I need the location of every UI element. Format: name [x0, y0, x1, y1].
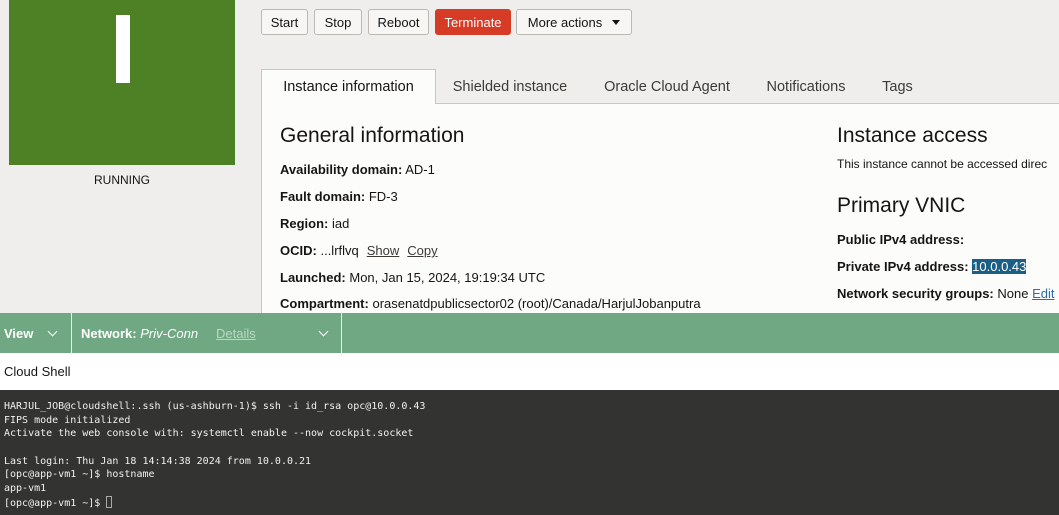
availability-domain-row: Availability domain: AD-1 — [280, 162, 435, 177]
tab-oracle-cloud-agent[interactable]: Oracle Cloud Agent — [590, 69, 744, 104]
label: Region: — [280, 216, 329, 231]
terminal-line: FIPS mode initialized — [4, 414, 131, 426]
more-actions-button[interactable]: More actions — [516, 9, 632, 35]
value: iad — [332, 216, 350, 231]
terminate-button[interactable]: Terminate — [435, 9, 511, 35]
value: Mon, Jan 15, 2024, 19:19:34 UTC — [349, 270, 546, 285]
tab-tags[interactable]: Tags — [870, 69, 925, 104]
compartment-row: Compartment: orasenatdpublicsector02 (ro… — [280, 296, 701, 311]
chevron-down-icon — [318, 326, 329, 336]
value: None — [997, 286, 1029, 301]
network-label: Network: — [81, 325, 137, 341]
show-ocid-link[interactable]: Show — [367, 243, 400, 258]
ocid-row: OCID: ...lrflvq Show Copy — [280, 243, 438, 258]
instance-access-heading: Instance access — [837, 124, 988, 147]
launched-row: Launched: Mon, Jan 15, 2024, 19:19:34 UT… — [280, 270, 545, 285]
value: orasenatdpublicsector02 (root)/Canada/Ha… — [372, 296, 701, 311]
fault-domain-row: Fault domain: FD-3 — [280, 189, 398, 204]
cloud-shell-title: Cloud Shell — [0, 353, 1059, 390]
copy-ocid-link[interactable]: Copy — [407, 243, 437, 258]
details-link[interactable]: Details — [216, 326, 256, 341]
cloud-shell-toolbar: View Network: Priv-Conn Details — [0, 313, 1059, 353]
view-label: View — [4, 325, 34, 341]
label: OCID: — [280, 243, 317, 258]
value: ...lrflvq — [320, 243, 359, 258]
network-value: Priv-Conn — [140, 325, 199, 341]
label: Compartment: — [280, 296, 369, 311]
terminal-line: Activate the web console with: systemctl… — [4, 428, 414, 440]
label: Fault domain: — [280, 189, 366, 204]
instance-icon-tile — [9, 0, 235, 165]
more-actions-label: More actions — [527, 14, 603, 30]
caret-down-icon — [612, 19, 621, 25]
terminal-line: [opc@app-vm1 ~]$ hostname — [4, 469, 155, 481]
start-button[interactable]: Start — [261, 9, 308, 35]
instance-state: RUNNING — [94, 173, 150, 187]
value: AD-1 — [405, 162, 435, 177]
terminal-line: app-vm1 — [4, 483, 47, 495]
cursor-icon — [106, 495, 113, 508]
terminal-prompt: [opc@app-vm1 ~]$ — [4, 497, 107, 509]
terminal-line: Last login: Thu Jan 18 14:14:38 2024 fro… — [4, 455, 312, 467]
network-menu[interactable]: Network: Priv-Conn Details — [72, 313, 342, 353]
label: Private IPv4 address: — [837, 259, 969, 274]
view-menu[interactable]: View — [0, 313, 72, 353]
label: Availability domain: — [280, 162, 403, 177]
value: FD-3 — [368, 189, 398, 204]
general-info-heading: General information — [280, 124, 465, 147]
chevron-down-icon — [47, 326, 58, 336]
private-ip-value[interactable]: 10.0.0.43 — [972, 259, 1027, 274]
terminal[interactable]: HARJUL_JOB@cloudshell:.ssh (us-ashburn-1… — [0, 390, 1059, 515]
edit-nsg-link[interactable]: Edit — [1032, 286, 1054, 301]
stop-button[interactable]: Stop — [314, 9, 362, 35]
region-row: Region: iad — [280, 216, 349, 231]
instance-access-text: This instance cannot be accessed direc — [837, 157, 1048, 171]
label: Public IPv4 address: — [837, 232, 965, 247]
tab-shielded-instance[interactable]: Shielded instance — [440, 69, 580, 104]
label: Network security groups: — [837, 286, 994, 301]
public-ip-row: Public IPv4 address: — [837, 232, 964, 247]
instance-letter-icon — [116, 15, 130, 83]
nsg-row: Network security groups: None Edit — [837, 286, 1055, 301]
reboot-button[interactable]: Reboot — [368, 9, 429, 35]
tab-instance-information[interactable]: Instance information — [261, 69, 436, 104]
tab-notifications[interactable]: Notifications — [752, 69, 860, 104]
primary-vnic-heading: Primary VNIC — [837, 194, 966, 217]
terminal-line: HARJUL_JOB@cloudshell:.ssh (us-ashburn-1… — [4, 401, 426, 412]
label: Launched: — [280, 270, 346, 285]
private-ip-row: Private IPv4 address: 10.0.0.43 — [837, 259, 1027, 274]
